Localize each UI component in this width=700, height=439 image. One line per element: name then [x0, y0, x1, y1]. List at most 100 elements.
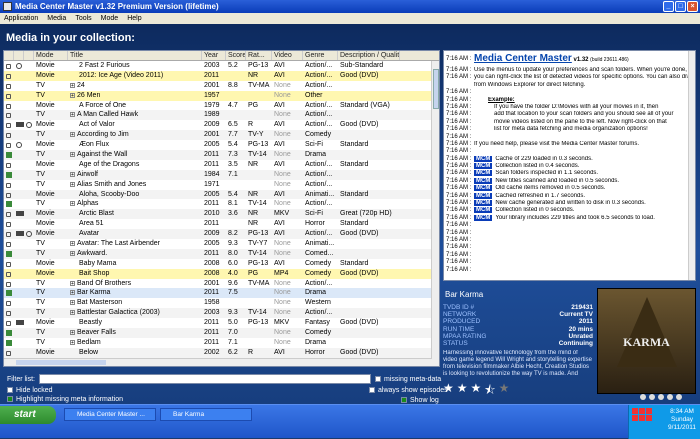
- expand-icon[interactable]: +: [70, 82, 75, 88]
- hide-locked-option[interactable]: Hide locked: [7, 387, 53, 394]
- table-row[interactable]: TV +24 2001 8.8 TV-MA None Action/...: [4, 81, 439, 91]
- taskbar-item-bar-karma[interactable]: Bar Karma: [160, 408, 252, 421]
- filter-input[interactable]: [39, 374, 371, 384]
- col-mode[interactable]: Mode: [34, 51, 68, 60]
- hide-locked-checkbox[interactable]: [7, 387, 13, 394]
- missing-meta-option[interactable]: missing meta-data: [375, 376, 441, 383]
- row-rating: TV-14: [248, 200, 267, 208]
- table-row[interactable]: TV + Airwolf 1984 7.1 None Action/...: [4, 169, 439, 180]
- close-button[interactable]: ×: [687, 1, 698, 12]
- expand-icon[interactable]: +: [70, 300, 75, 306]
- table-row[interactable]: Movie Æon Flux 2005 5.4 PG-13 AVI Sci-Fi Standa…: [4, 140, 439, 150]
- list-horizontal-scrollbar[interactable]: [4, 358, 432, 366]
- col-video[interactable]: Video: [272, 51, 303, 60]
- taskbar-item-mcm[interactable]: Media Center Master ...: [64, 408, 156, 421]
- table-row[interactable]: Movie Act of Valor 2009 6.5 R AVI Action/... Go…: [4, 120, 439, 130]
- highlight-missing-option[interactable]: Highlight missing meta information: [7, 396, 123, 403]
- table-row[interactable]: TV + Alias Smith and Jones 1971 None Action/.…: [4, 180, 439, 190]
- table-row[interactable]: TV + Avatar: The Last Airbender 2005 9.3 TV-Y…: [4, 239, 439, 249]
- expand-icon[interactable]: +: [70, 181, 75, 187]
- table-row[interactable]: Movie Beastly 2011 5.0 PG-13 MKV Fantasy Good (…: [4, 318, 439, 328]
- row-genre: Comedy: [305, 329, 332, 337]
- table-row[interactable]: Movie Aloha, Scooby-Doo 2005 5.4 NR AVI Animat…: [4, 189, 439, 200]
- expand-icon[interactable]: +: [70, 310, 75, 316]
- page-title: Media in your collection:: [6, 32, 135, 44]
- table-row[interactable]: TV + According to Jim 2001 7.7 TV-Y None Comedy: [4, 130, 439, 141]
- table-row[interactable]: TV + Bedlam 2011 7.1 None Drama: [4, 338, 439, 348]
- table-row[interactable]: TV + Bat Masterson 1958 None Western: [4, 298, 439, 308]
- table-row[interactable]: Movie Below 2002 6.2 R AVI Horror Good (DVD): [4, 347, 439, 358]
- col-title[interactable]: Title: [68, 51, 202, 60]
- table-row[interactable]: Movie Avatar 2009 8.2 PG-13 AVI Action/... Good…: [4, 229, 439, 240]
- table-row[interactable]: Movie 2012: Ice Age (Video 2011) 2011 NR AVI…: [4, 70, 439, 81]
- expand-icon[interactable]: +: [70, 250, 75, 256]
- table-row[interactable]: Movie 2 Fast 2 Furious 2003 5.2 PG-13 AVI Acti…: [4, 61, 439, 71]
- expand-icon[interactable]: +: [70, 92, 75, 98]
- row-rating: PG: [248, 269, 259, 277]
- lock-icon: [6, 182, 11, 188]
- expand-icon[interactable]: +: [70, 201, 75, 207]
- col-year[interactable]: Year: [202, 51, 226, 60]
- col-rating[interactable]: Rat...: [246, 51, 272, 60]
- maximize-button[interactable]: □: [675, 1, 686, 12]
- col-description[interactable]: Description / Quality: [338, 51, 400, 60]
- expand-icon[interactable]: +: [70, 330, 75, 336]
- pager-dot[interactable]: [658, 394, 664, 400]
- table-row[interactable]: TV + Bar Karma 2011 7.5 None Drama: [4, 288, 439, 299]
- always-show-episodes-checkbox[interactable]: [369, 387, 375, 394]
- expand-icon[interactable]: +: [70, 112, 75, 118]
- row-year: 2009: [204, 230, 220, 238]
- unlocked-icon: [6, 201, 12, 208]
- row-rating: PG-13: [248, 141, 269, 149]
- missing-meta-checkbox[interactable]: [375, 376, 381, 383]
- highlight-missing-checkbox[interactable]: [7, 396, 13, 403]
- menu-tools[interactable]: Tools: [75, 15, 91, 22]
- table-row[interactable]: Movie Area 51 2011 NR AVI Horror Standard: [4, 219, 439, 229]
- menu-mode[interactable]: Mode: [101, 15, 119, 22]
- clock[interactable]: 8:34 AM Sunday 9/11/2011: [668, 408, 696, 432]
- expand-icon[interactable]: +: [70, 241, 75, 247]
- expand-icon[interactable]: +: [70, 339, 75, 345]
- show-log-option[interactable]: Show log: [401, 397, 439, 404]
- row-mode: Movie: [36, 141, 55, 149]
- start-button[interactable]: start: [0, 406, 56, 424]
- app-title-link[interactable]: Media Center Master: [474, 53, 572, 64]
- expand-icon[interactable]: +: [70, 152, 75, 158]
- row-title: + Bedlam: [70, 338, 101, 346]
- table-row[interactable]: Movie A Force of One 1979 4.7 PG AVI Action/..…: [4, 101, 439, 111]
- row-score: [226, 180, 246, 190]
- list-vertical-scrollbar[interactable]: [431, 61, 439, 366]
- pager-dot[interactable]: [667, 394, 673, 400]
- col-genre[interactable]: Genre: [303, 51, 338, 60]
- table-row[interactable]: TV + Beaver Falls 2011 7.0 None Comedy: [4, 328, 439, 338]
- expand-icon[interactable]: +: [70, 171, 75, 177]
- table-row[interactable]: Movie Baby Mama 2008 6.0 PG-13 AVI Comedy Stand…: [4, 259, 439, 269]
- table-row[interactable]: Movie Bait Shop 2008 4.0 PG MP4 Comedy Good (DV…: [4, 268, 439, 279]
- menu-application[interactable]: Application: [4, 15, 38, 22]
- always-show-episodes-option[interactable]: always show episodes: [369, 387, 448, 394]
- expand-icon[interactable]: +: [70, 290, 75, 296]
- table-row[interactable]: TV + Awkward. 2011 8.0 TV-14 None Comed...: [4, 248, 439, 259]
- pager-dot[interactable]: [649, 394, 655, 400]
- minimize-button[interactable]: _: [663, 1, 674, 12]
- table-row[interactable]: TV + Band Of Brothers 2001 9.6 TV-MA None Actio…: [4, 279, 439, 289]
- col-score[interactable]: Score: [226, 51, 246, 60]
- expand-icon[interactable]: +: [70, 280, 75, 286]
- unlocked-icon: [6, 290, 12, 297]
- table-row[interactable]: TV + Against the Wall 2011 7.3 TV-14 None Drama: [4, 150, 439, 160]
- table-row[interactable]: Movie Age of the Dragons 2011 3.5 NR AVI Actio…: [4, 160, 439, 170]
- menu-help[interactable]: Help: [127, 15, 141, 22]
- show-log-checkbox[interactable]: [401, 397, 407, 404]
- pager-dot[interactable]: [640, 394, 646, 400]
- table-row[interactable]: Movie Arctic Blast 2010 3.6 NR MKV Sci-Fi Great…: [4, 209, 439, 220]
- table-row[interactable]: TV +26 Men 1957 None Other: [4, 90, 439, 101]
- pager-dot[interactable]: [676, 394, 682, 400]
- table-row[interactable]: TV + Alphas 2011 8.1 TV-14 None Action/...: [4, 199, 439, 209]
- menu-media[interactable]: Media: [47, 15, 66, 22]
- lock-icon: [6, 321, 11, 327]
- table-row[interactable]: TV + A Man Called Hawk 1989 None Action/...: [4, 110, 439, 121]
- table-row[interactable]: TV + Battlestar Galactica (2003) 2003 9.3 TV-…: [4, 308, 439, 319]
- expand-icon[interactable]: +: [70, 132, 75, 138]
- row-video: AVI: [274, 141, 285, 149]
- log-scrollbar[interactable]: [688, 51, 695, 280]
